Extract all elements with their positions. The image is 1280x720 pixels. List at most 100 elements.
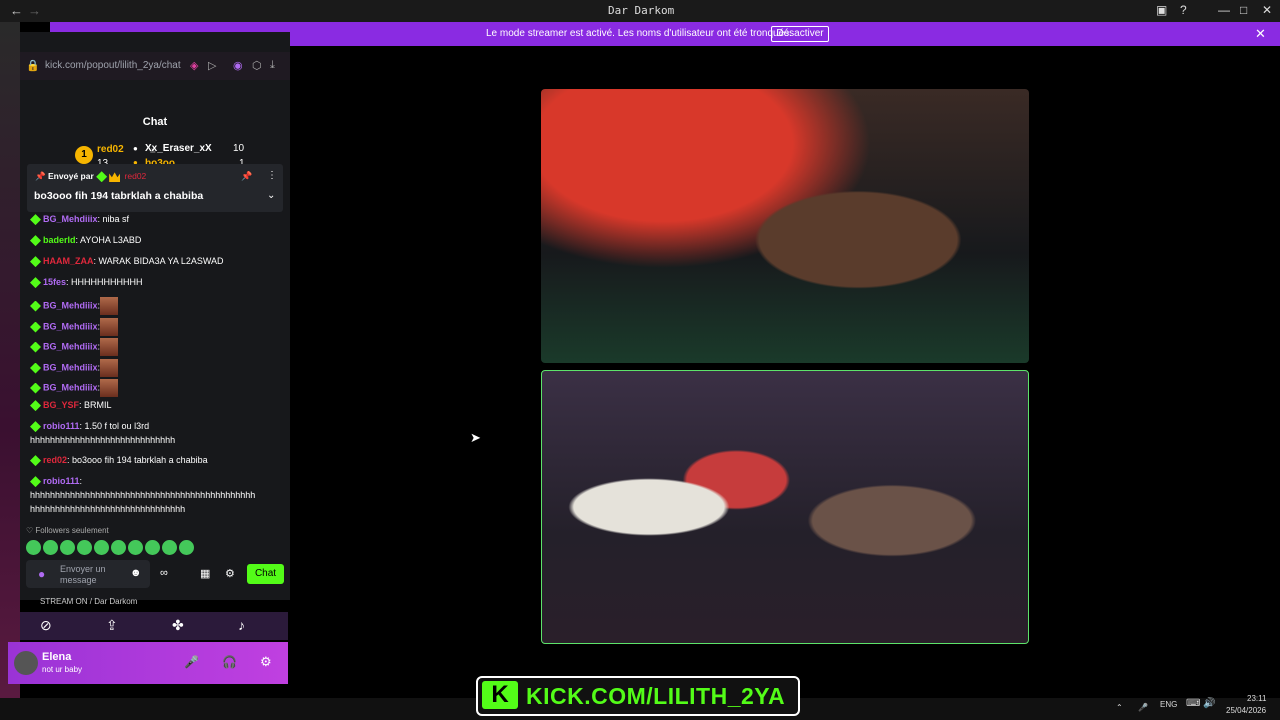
send-chat-button[interactable]: Chat bbox=[247, 564, 284, 584]
chat-message: BG_Mehdiiix: bbox=[30, 359, 119, 377]
chat-input-placeholder[interactable]: Envoyer un message bbox=[60, 564, 120, 586]
rank-badge: 1 bbox=[75, 146, 93, 164]
chevron-down-icon[interactable]: ⌄ bbox=[267, 190, 275, 201]
emote-icon[interactable] bbox=[26, 540, 41, 555]
chat-popout-window: 🔒 kick.com/popout/lilith_2ya/chat ◈ ▷ ◉ … bbox=[20, 32, 290, 600]
volume-icon[interactable]: 🔊 bbox=[1203, 698, 1215, 709]
pin-icon[interactable]: 📌 bbox=[241, 171, 252, 182]
collapse-icon[interactable]: ⩡ bbox=[150, 146, 156, 157]
points-icon[interactable]: ∞ bbox=[160, 567, 168, 579]
emoji-icon[interactable]: ☻ bbox=[130, 567, 142, 579]
disable-streamer-mode-button[interactable]: Désactiver bbox=[771, 26, 829, 42]
chat-username[interactable]: BG_Mehdiiix bbox=[43, 382, 98, 392]
chat-message: BG_Mehdiiix: bbox=[30, 379, 119, 397]
network-icon[interactable]: ⌨ bbox=[1186, 698, 1200, 709]
pinned-text: bo3ooo fih 194 tabrklah a chabiba bbox=[34, 190, 204, 202]
emote-icon[interactable] bbox=[94, 540, 109, 555]
video-feed-1[interactable] bbox=[541, 89, 1029, 363]
broadcast-icon[interactable]: ◉ bbox=[233, 59, 243, 72]
chat-input[interactable]: ● Envoyer un message ☻ bbox=[26, 560, 150, 588]
gift-icon: ● bbox=[133, 144, 138, 153]
badge-icon bbox=[30, 476, 41, 488]
chat-username[interactable]: BG_Mehdiiix bbox=[43, 341, 98, 351]
chat-message: red02: bo3ooo fih 194 tabrklah a chabiba bbox=[30, 455, 208, 467]
emote-image[interactable] bbox=[100, 338, 119, 356]
window-title: Dar Darkom bbox=[608, 4, 675, 17]
emote-icon[interactable] bbox=[60, 540, 75, 555]
emote-image[interactable] bbox=[100, 318, 119, 336]
shield-icon[interactable]: ◈ bbox=[190, 59, 198, 72]
soundboard-icon[interactable]: ♪ bbox=[238, 617, 245, 633]
chat-username[interactable]: red02 bbox=[43, 455, 67, 465]
stream-status: STREAM ON / Dar Darkom bbox=[40, 597, 138, 606]
avatar[interactable] bbox=[14, 651, 38, 675]
user-settings-icon[interactable]: ⚙ bbox=[260, 654, 272, 670]
chat-username[interactable]: robio111 bbox=[43, 476, 80, 486]
forward-arrow-icon[interactable]: → bbox=[28, 3, 41, 18]
emote-image[interactable] bbox=[100, 379, 119, 397]
user-status: not ur baby bbox=[42, 665, 83, 674]
maximize-icon[interactable]: □ bbox=[1240, 3, 1247, 17]
chat-message: baderld: AYOHA L3ABD bbox=[30, 235, 141, 247]
clock-date[interactable]: 25/04/2026 bbox=[1226, 706, 1266, 715]
pinned-by-user[interactable]: red02 bbox=[125, 171, 147, 181]
chat-username[interactable]: BG_Mehdiiix bbox=[43, 321, 98, 331]
minimize-icon[interactable]: — bbox=[1218, 3, 1230, 17]
emote-icon[interactable] bbox=[145, 540, 160, 555]
camera-off-icon[interactable]: ⊘ bbox=[40, 617, 52, 634]
chat-username[interactable]: HAAM_ZAA bbox=[43, 256, 94, 266]
mic-icon[interactable]: 🎤 bbox=[184, 655, 199, 669]
chat-username[interactable]: robio111 bbox=[43, 421, 80, 431]
emote-icon[interactable] bbox=[77, 540, 92, 555]
emote-icon[interactable] bbox=[179, 540, 194, 555]
leader-1-name[interactable]: red02 bbox=[97, 144, 124, 155]
server-sidebar bbox=[0, 22, 20, 698]
chat-username[interactable]: 15fes bbox=[43, 277, 66, 287]
chat-username[interactable]: BG_Mehdiiix bbox=[43, 362, 98, 372]
chat-text: : 1.50 f tol ou l3rd bbox=[79, 421, 150, 431]
badge-icon bbox=[30, 341, 41, 353]
emote-icon[interactable] bbox=[162, 540, 177, 555]
close-window-icon[interactable]: ✕ bbox=[1262, 3, 1272, 17]
banner-close-icon[interactable]: ✕ bbox=[1255, 26, 1266, 42]
badge-icon bbox=[30, 321, 41, 333]
url-bar[interactable]: 🔒 kick.com/popout/lilith_2ya/chat ◈ ▷ ◉ … bbox=[20, 52, 290, 80]
emote-icon[interactable] bbox=[111, 540, 126, 555]
tray-chevron-icon[interactable]: ⌃ bbox=[1116, 703, 1123, 712]
download-icon[interactable]: ⤓ bbox=[270, 59, 275, 72]
mic-icon[interactable]: ● bbox=[38, 567, 45, 581]
tray-mic-icon[interactable]: 🎤 bbox=[1138, 703, 1148, 712]
emote-image[interactable] bbox=[100, 359, 119, 377]
headphones-icon[interactable]: 🎧 bbox=[222, 655, 237, 669]
emote-icon[interactable] bbox=[43, 540, 58, 555]
back-arrow-icon[interactable]: ← bbox=[10, 3, 23, 18]
emote-icon[interactable] bbox=[128, 540, 143, 555]
gift-box-icon[interactable]: ▦ bbox=[200, 567, 210, 580]
activities-icon[interactable]: ✤ bbox=[172, 617, 184, 634]
chat-username[interactable]: baderld bbox=[43, 235, 76, 245]
chat-text: : HHHHHHHHHHH bbox=[66, 277, 143, 287]
video-feed-2[interactable] bbox=[541, 370, 1029, 644]
screen-share-icon[interactable]: ⇪ bbox=[106, 617, 118, 634]
language-indicator[interactable]: ENG bbox=[1160, 700, 1177, 709]
chat-text: : bbox=[79, 476, 83, 486]
kick-overlay: K KICK.COM/LILITH_2YA bbox=[476, 676, 800, 716]
extension-icon[interactable]: ⬡ bbox=[252, 59, 262, 72]
chat-message: 15fes: HHHHHHHHHHH bbox=[30, 277, 143, 289]
chat-message: robio111: 1.50 f tol ou l3rd bbox=[30, 421, 150, 433]
emote-image[interactable] bbox=[100, 297, 119, 315]
chat-username[interactable]: BG_Mehdiiix bbox=[43, 300, 98, 310]
voice-controls: ⊘ ⇪ ✤ ♪ bbox=[20, 612, 288, 640]
clock-time[interactable]: 23:11 bbox=[1247, 694, 1266, 703]
pinned-message: 📌 Envoyé par red02 bo3ooo fih 194 tabrkl… bbox=[27, 164, 283, 212]
chat-username[interactable]: BG_Mehdiiix bbox=[43, 214, 98, 224]
help-icon[interactable]: ? bbox=[1180, 3, 1187, 17]
more-icon[interactable]: ⋮ bbox=[267, 170, 277, 181]
chat-username[interactable]: BG_YSF bbox=[43, 400, 79, 410]
kick-url: KICK.COM/LILITH_2YA bbox=[526, 683, 786, 709]
url-text[interactable]: kick.com/popout/lilith_2ya/chat bbox=[45, 60, 181, 71]
screen-icon[interactable]: ▣ bbox=[1156, 3, 1167, 17]
play-icon[interactable]: ▷ bbox=[208, 59, 216, 72]
settings-icon[interactable]: ⚙ bbox=[225, 567, 235, 580]
badge-icon bbox=[30, 382, 41, 394]
